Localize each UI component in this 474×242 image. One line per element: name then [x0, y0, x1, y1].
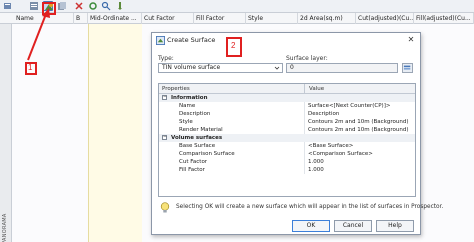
- surface-layer-label: Surface layer:: [286, 55, 328, 62]
- property-row[interactable]: Base Surface <Base Surface>: [159, 142, 415, 150]
- property-key: Render Material: [177, 126, 305, 134]
- ok-button[interactable]: OK: [292, 220, 330, 232]
- toolbar-refresh-icon[interactable]: [88, 1, 98, 11]
- type-label: Type:: [158, 55, 174, 62]
- category-label: Volume surfaces: [171, 135, 223, 141]
- layer-picker-icon[interactable]: [402, 63, 413, 73]
- column-cut-factor[interactable]: Cut Factor: [142, 13, 194, 24]
- property-key: Fill Factor: [177, 166, 305, 174]
- callout-number-2: 2: [231, 41, 236, 50]
- callout-number-1: 1: [28, 63, 33, 72]
- property-key: Cut Factor: [177, 158, 305, 166]
- toolbar-import-icon[interactable]: [3, 1, 13, 11]
- properties-grid: Properties Value − Information Name Surf…: [158, 83, 416, 197]
- toolbar-pin-icon[interactable]: [115, 1, 125, 11]
- surface-layer-value: 0: [290, 64, 294, 71]
- toolbar-delete-icon[interactable]: [74, 1, 84, 11]
- type-select[interactable]: TIN volume surface: [158, 63, 283, 73]
- app-window: Name B Mid-Ordinate ... Cut Factor Fill …: [0, 0, 474, 242]
- property-key: Name: [177, 102, 305, 110]
- create-surface-icon: [156, 36, 165, 45]
- collapse-icon[interactable]: −: [162, 135, 167, 140]
- property-key: Description: [177, 110, 305, 118]
- property-value[interactable]: 1.000: [306, 166, 415, 174]
- column-cut-adjusted[interactable]: Cut(adjusted)(Cu...: [356, 13, 414, 24]
- chevron-down-icon: [274, 66, 280, 70]
- property-key: Style: [177, 118, 305, 126]
- property-value[interactable]: <Comparison Surface>: [306, 150, 415, 158]
- column-b[interactable]: B: [74, 13, 88, 24]
- value-column-header: Value: [309, 86, 325, 92]
- help-button[interactable]: Help: [376, 220, 414, 232]
- property-row[interactable]: Description Description: [159, 110, 415, 118]
- callout-highlight-button: [42, 2, 56, 15]
- panel-toolbar: [0, 0, 474, 13]
- category-label: Information: [171, 95, 208, 101]
- cancel-button[interactable]: Cancel: [334, 220, 372, 232]
- category-volume-surfaces[interactable]: − Volume surfaces: [159, 134, 415, 142]
- property-row[interactable]: Render Material Contours 2m and 10m (Bac…: [159, 126, 415, 134]
- create-surface-dialog: Create Surface ✕ 2 Type: TIN volume surf…: [151, 32, 443, 235]
- property-key: Base Surface: [177, 142, 305, 150]
- property-value[interactable]: 1.000: [306, 158, 415, 166]
- notice-text: Selecting OK will create a new surface w…: [176, 204, 444, 210]
- property-value[interactable]: <Base Surface>: [306, 142, 415, 150]
- property-row[interactable]: Name Surface<[Next Counter(CP)]>: [159, 102, 415, 110]
- info-notice: Selecting OK will create a new surface w…: [158, 200, 443, 216]
- property-value[interactable]: Description: [306, 110, 415, 118]
- collapse-icon[interactable]: −: [162, 95, 167, 100]
- property-key: Comparison Surface: [177, 150, 305, 158]
- surface-layer-field[interactable]: 0: [286, 63, 398, 73]
- toolbar-zoom-icon[interactable]: [101, 1, 111, 11]
- type-select-value: TIN volume surface: [162, 64, 221, 71]
- dialog-title: Create Surface: [167, 36, 216, 44]
- property-row[interactable]: Cut Factor 1.000: [159, 158, 415, 166]
- column-fill-factor[interactable]: Fill Factor: [194, 13, 246, 24]
- left-panel-strip: PANORAMA: [0, 24, 12, 242]
- category-information[interactable]: − Information: [159, 94, 415, 102]
- column-style[interactable]: Style: [246, 13, 298, 24]
- column-2d-area[interactable]: 2d Area(sq.m): [298, 13, 356, 24]
- dialog-titlebar[interactable]: Create Surface ✕: [152, 33, 420, 48]
- column-mid-ordinate[interactable]: Mid-Ordinate ...: [88, 13, 142, 24]
- property-value[interactable]: Contours 2m and 10m (Background): [306, 118, 415, 126]
- property-row[interactable]: Comparison Surface <Comparison Surface>: [159, 150, 415, 158]
- property-value[interactable]: Surface<[Next Counter(CP)]>: [306, 102, 415, 110]
- grid-header: Properties Value: [159, 84, 415, 94]
- lightbulb-icon: [160, 202, 170, 213]
- highlighted-column-area: [88, 24, 142, 242]
- column-header-row: Name B Mid-Ordinate ... Cut Factor Fill …: [0, 13, 474, 24]
- close-icon[interactable]: ✕: [406, 35, 416, 45]
- panorama-label: PANORAMA: [2, 213, 8, 242]
- column-fill-adjusted[interactable]: Fill(adjusted)(Cu...: [414, 13, 474, 24]
- property-row[interactable]: Style Contours 2m and 10m (Background): [159, 118, 415, 126]
- properties-column-header: Properties: [159, 84, 305, 94]
- callout-arrow: [27, 8, 50, 61]
- property-value[interactable]: Contours 2m and 10m (Background): [306, 126, 415, 134]
- property-row[interactable]: Fill Factor 1.000: [159, 166, 415, 174]
